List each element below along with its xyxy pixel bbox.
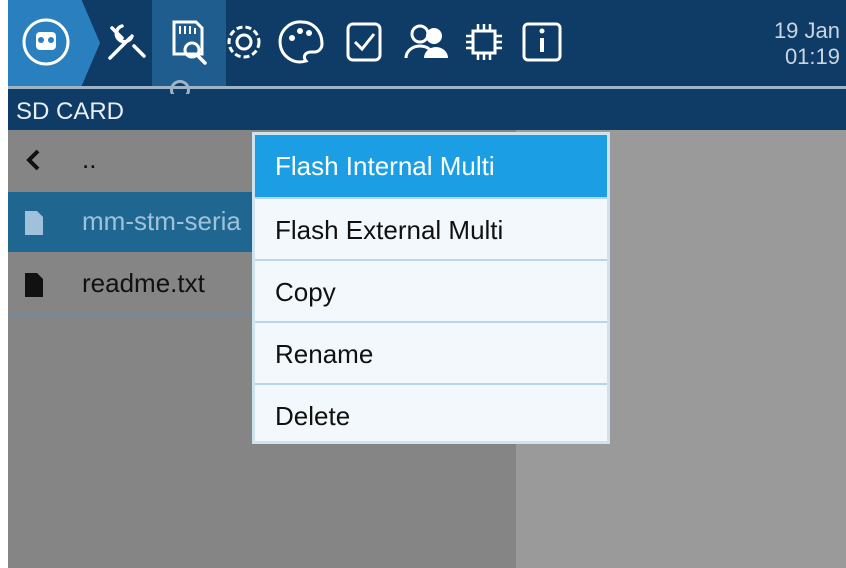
- menu-item-label: Flash External Multi: [275, 215, 504, 245]
- menu-item-label: Rename: [275, 339, 374, 369]
- checklist-icon[interactable]: [336, 14, 392, 70]
- menu-item-flash-internal-multi[interactable]: Flash Internal Multi: [255, 135, 607, 197]
- menu-item-flash-external-multi[interactable]: Flash External Multi: [255, 199, 607, 261]
- parent-dir-label: ..: [82, 144, 97, 174]
- menu-item-label: Flash Internal Multi: [275, 151, 495, 181]
- top-toolbar: 19 Jan 01:19: [8, 0, 846, 100]
- date-text: 19 Jan: [773, 18, 840, 43]
- palette-icon[interactable]: [274, 14, 330, 70]
- menu-item-copy[interactable]: Copy: [255, 261, 607, 323]
- time-text: 01:19: [784, 44, 840, 69]
- datetime: 19 Jan 01:19: [774, 18, 840, 70]
- chip-icon[interactable]: [456, 14, 512, 70]
- file-icon: [24, 210, 44, 240]
- toolbar-underline: [8, 86, 846, 89]
- sd-card-icon[interactable]: [160, 14, 216, 70]
- menu-item-delete[interactable]: Delete: [255, 385, 607, 447]
- file-icon: [24, 272, 44, 302]
- users-icon[interactable]: [398, 14, 454, 70]
- page-title: SD CARD: [16, 98, 125, 125]
- file-name: readme.txt: [82, 268, 205, 298]
- info-icon[interactable]: [514, 14, 570, 70]
- file-name: mm-stm-seria: [82, 206, 241, 236]
- menu-item-label: Delete: [275, 401, 351, 431]
- back-icon: [24, 148, 44, 176]
- menu-item-label: Copy: [275, 277, 336, 307]
- tools-icon[interactable]: [98, 14, 154, 70]
- menu-item-rename[interactable]: Rename: [255, 323, 607, 385]
- gear-icon[interactable]: [216, 14, 272, 70]
- context-menu: Flash Internal Multi Flash External Mult…: [252, 132, 610, 444]
- title-bar: SD CARD: [8, 94, 846, 130]
- screen: 19 Jan 01:19 SD CARD .. mm-stm-seria rea…: [8, 0, 846, 568]
- home-icon[interactable]: [18, 14, 74, 70]
